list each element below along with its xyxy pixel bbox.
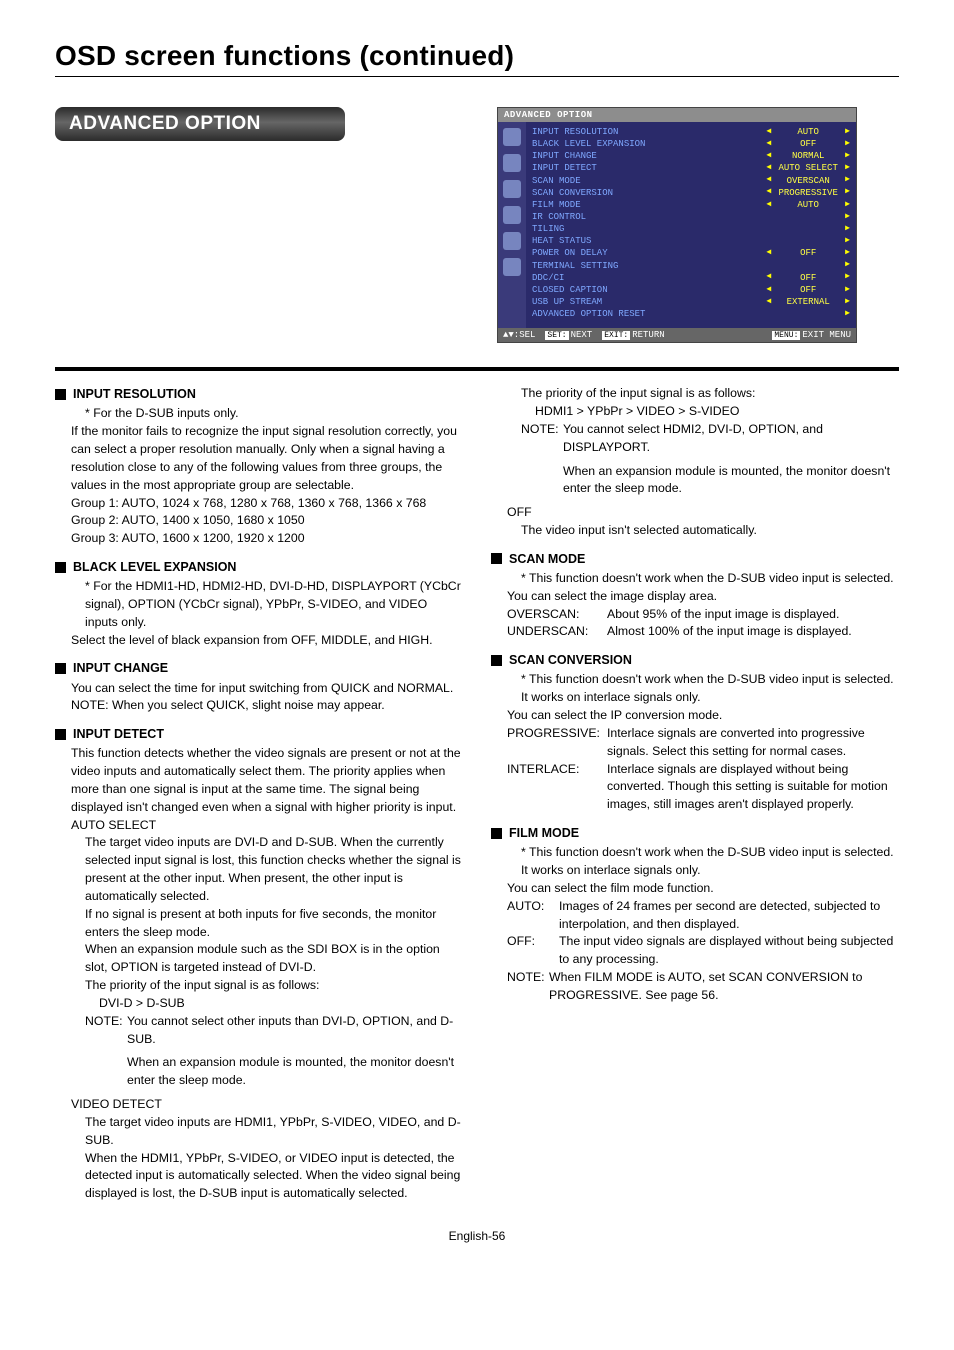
note-line: NOTE: When you select QUICK, slight nois…: [55, 697, 463, 715]
note: * For the HDMI1-HD, HDMI2-HD, DVI-D-HD, …: [55, 578, 463, 631]
note-line: When an expansion module is mounted, the…: [491, 463, 899, 499]
page-footer: English-56: [55, 1229, 899, 1243]
kv-row: AUTO:Images of 24 frames per second are …: [491, 898, 899, 934]
body-text: The priority of the input signal is as f…: [55, 977, 463, 995]
osd-menu-item: INPUT DETECT◀AUTO SELECT▶: [532, 162, 850, 174]
osd-menu-item: IR CONTROL▶: [532, 211, 850, 223]
osd-bottom-bar: ▲▼:SEL SET:NEXT EXIT:RETURN MENU:EXIT ME…: [498, 328, 856, 342]
bullet-icon: [491, 828, 502, 839]
heading: SCAN MODE: [509, 550, 585, 568]
osd-menu-item: BLACK LEVEL EXPANSION◀OFF▶: [532, 138, 850, 150]
sub-heading: AUTO SELECT: [55, 817, 463, 835]
left-column: INPUT RESOLUTION * For the D-SUB inputs …: [55, 385, 463, 1213]
heading: SCAN CONVERSION: [509, 651, 632, 669]
note: * For the D-SUB inputs only.: [55, 405, 463, 423]
kv-row: OFF:The input video signals are displaye…: [491, 933, 899, 969]
sect-film-mode: FILM MODE * This function doesn't work w…: [491, 824, 899, 1005]
sect-input-change: INPUT CHANGE You can select the time for…: [55, 659, 463, 715]
osd-menu-item: TERMINAL SETTING▶: [532, 260, 850, 272]
osd-menu-item: SCAN CONVERSION◀PROGRESSIVE▶: [532, 187, 850, 199]
body-text: You can select the film mode function.: [491, 880, 899, 898]
osd-menu-list: INPUT RESOLUTION◀AUTO▶BLACK LEVEL EXPANS…: [526, 122, 856, 328]
sect-input-resolution: INPUT RESOLUTION * For the D-SUB inputs …: [55, 385, 463, 548]
sect-video-cont: The priority of the input signal is as f…: [491, 385, 899, 540]
heading: FILM MODE: [509, 824, 579, 842]
bullet-icon: [55, 663, 66, 674]
sub-heading: VIDEO DETECT: [55, 1096, 463, 1114]
kv-row: INTERLACE:Interlace signals are displaye…: [491, 761, 899, 814]
body-text: Select the level of black expansion from…: [55, 632, 463, 650]
heading: INPUT CHANGE: [73, 659, 168, 677]
body-text: You can select the image display area.: [491, 588, 899, 606]
note: * This function doesn't work when the D-…: [491, 671, 899, 689]
group-line: Group 2: AUTO, 1400 x 1050, 1680 x 1050: [55, 512, 463, 530]
group-line: Group 3: AUTO, 1600 x 1200, 1920 x 1200: [55, 530, 463, 548]
sect-black-level: BLACK LEVEL EXPANSION * For the HDMI1-HD…: [55, 558, 463, 649]
body-text: This function detects whether the video …: [55, 745, 463, 816]
osd-tab-icons: [498, 122, 526, 328]
top-row: ADVANCED OPTION ADVANCED OPTION INPUT RE…: [55, 107, 899, 343]
priority-line: DVI-D > D-SUB: [55, 995, 463, 1013]
body-text: You can select the IP conversion mode.: [491, 707, 899, 725]
kv-row: OVERSCAN:About 95% of the input image is…: [491, 606, 899, 624]
note: It works on interlace signals only.: [491, 689, 899, 707]
osd-menu-item: INPUT CHANGE◀NORMAL▶: [532, 150, 850, 162]
sect-input-detect: INPUT DETECT This function detects wheth…: [55, 725, 463, 1203]
right-column: The priority of the input signal is as f…: [491, 385, 899, 1213]
body-text: The video input isn't selected automatic…: [491, 522, 899, 540]
osd-menu-item: TILING▶: [532, 223, 850, 235]
osd-menu-item: DDC/CI◀OFF▶: [532, 272, 850, 284]
heading: BLACK LEVEL EXPANSION: [73, 558, 236, 576]
bullet-icon: [55, 729, 66, 740]
body-text: The target video inputs are HDMI1, YPbPr…: [55, 1114, 463, 1150]
body-rule: [55, 367, 899, 371]
osd-menu-item: POWER ON DELAY◀OFF▶: [532, 247, 850, 259]
body-text: If no signal is present at both inputs f…: [55, 906, 463, 942]
kv-row: UNDERSCAN:Almost 100% of the input image…: [491, 623, 899, 641]
osd-menu-item: CLOSED CAPTION◀OFF▶: [532, 284, 850, 296]
osd-menu-item: USB UP STREAM◀EXTERNAL▶: [532, 296, 850, 308]
osd-menu-item: FILM MODE◀AUTO▶: [532, 199, 850, 211]
note-line: NOTE:NOTE: You cannot select other input…: [55, 1013, 463, 1049]
note-line: NOTE:When FILM MODE is AUTO, set SCAN CO…: [491, 969, 899, 1005]
kv-row: PROGRESSIVE:Interlace signals are conver…: [491, 725, 899, 761]
note: * This function doesn't work when the D-…: [491, 844, 899, 862]
priority-line: HDMI1 > YPbPr > VIDEO > S-VIDEO: [491, 403, 899, 421]
heading: INPUT DETECT: [73, 725, 164, 743]
note-line: When an expansion module is mounted, the…: [55, 1054, 463, 1090]
osd-menu-item: HEAT STATUS▶: [532, 235, 850, 247]
body-text: When the HDMI1, YPbPr, S-VIDEO, or VIDEO…: [55, 1150, 463, 1203]
bullet-icon: [491, 655, 502, 666]
osd-menu-item: ADVANCED OPTION RESET▶: [532, 308, 850, 320]
body-text: The priority of the input signal is as f…: [491, 385, 899, 403]
sect-scan-mode: SCAN MODE * This function doesn't work w…: [491, 550, 899, 641]
body-text: When an expansion module such as the SDI…: [55, 941, 463, 977]
page-title: OSD screen functions (continued): [55, 40, 899, 72]
body-text: You can select the time for input switch…: [55, 680, 463, 698]
title-rule: [55, 76, 899, 77]
note-line: NOTE:You cannot select HDMI2, DVI-D, OPT…: [491, 421, 899, 457]
bullet-icon: [491, 553, 502, 564]
group-line: Group 1: AUTO, 1024 x 768, 1280 x 768, 1…: [55, 495, 463, 513]
bullet-icon: [55, 389, 66, 400]
sect-scan-conversion: SCAN CONVERSION * This function doesn't …: [491, 651, 899, 814]
note: * This function doesn't work when the D-…: [491, 570, 899, 588]
osd-menu-item: INPUT RESOLUTION◀AUTO▶: [532, 126, 850, 138]
bullet-icon: [55, 562, 66, 573]
sub-heading: OFF: [491, 504, 899, 522]
section-pill: ADVANCED OPTION: [55, 107, 345, 141]
heading: INPUT RESOLUTION: [73, 385, 196, 403]
body-text: If the monitor fails to recognize the in…: [55, 423, 463, 494]
osd-header: ADVANCED OPTION: [498, 108, 856, 122]
osd-menu-item: SCAN MODE◀OVERSCAN▶: [532, 175, 850, 187]
osd-screenshot: ADVANCED OPTION INPUT RESOLUTION◀AUTO▶BL…: [497, 107, 899, 343]
note: It works on interlace signals only.: [491, 862, 899, 880]
body-text: The target video inputs are DVI-D and D-…: [55, 834, 463, 905]
